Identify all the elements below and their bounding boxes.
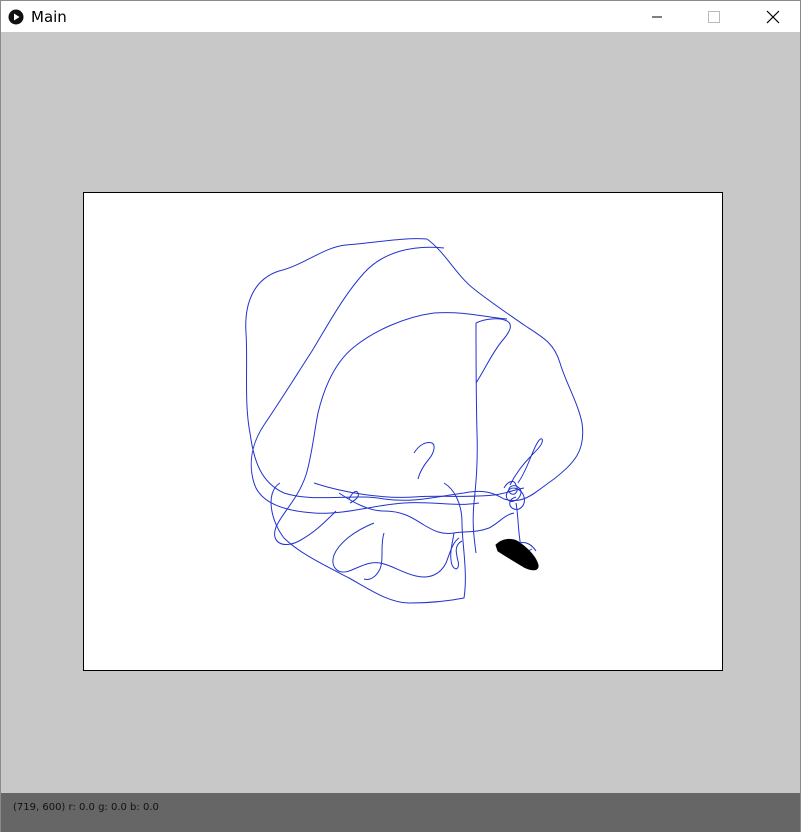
trace-mid-curve <box>274 312 508 545</box>
main-window: Main (719, 600) r: 0.0 g: 0.0 b: 0.0 <box>0 0 801 832</box>
play-app-icon <box>8 9 24 25</box>
close-icon <box>766 10 780 23</box>
black-blob <box>495 538 539 571</box>
minimize-button[interactable] <box>634 1 680 32</box>
trajectory-drawing <box>245 238 584 604</box>
drawing-panel[interactable] <box>83 192 723 671</box>
trace-inner-loop <box>250 246 480 514</box>
trace-mid-horizontal <box>313 482 525 498</box>
maximize-button[interactable] <box>691 1 737 32</box>
minimize-icon <box>652 16 662 17</box>
status-bar: (719, 600) r: 0.0 g: 0.0 b: 0.0 <box>1 793 800 832</box>
window-title: Main <box>31 8 67 26</box>
canvas-area[interactable] <box>1 32 800 793</box>
trace-outer-loop <box>245 238 584 501</box>
trace-spine <box>472 322 478 554</box>
trace-lower-squiggle <box>332 522 460 578</box>
trace-cluster <box>503 480 525 510</box>
close-button[interactable] <box>750 1 796 32</box>
status-text: (719, 600) r: 0.0 g: 0.0 b: 0.0 <box>13 802 159 813</box>
trace-spike-right <box>509 438 543 486</box>
trace-center-blob <box>450 532 463 570</box>
trace-upper-connector <box>475 318 511 384</box>
trace-lower-detail <box>363 532 385 580</box>
trace-lower-loop <box>270 482 466 604</box>
trace-left-wiggle <box>413 442 435 480</box>
title-bar[interactable]: Main <box>1 0 800 32</box>
maximize-icon <box>708 10 720 23</box>
